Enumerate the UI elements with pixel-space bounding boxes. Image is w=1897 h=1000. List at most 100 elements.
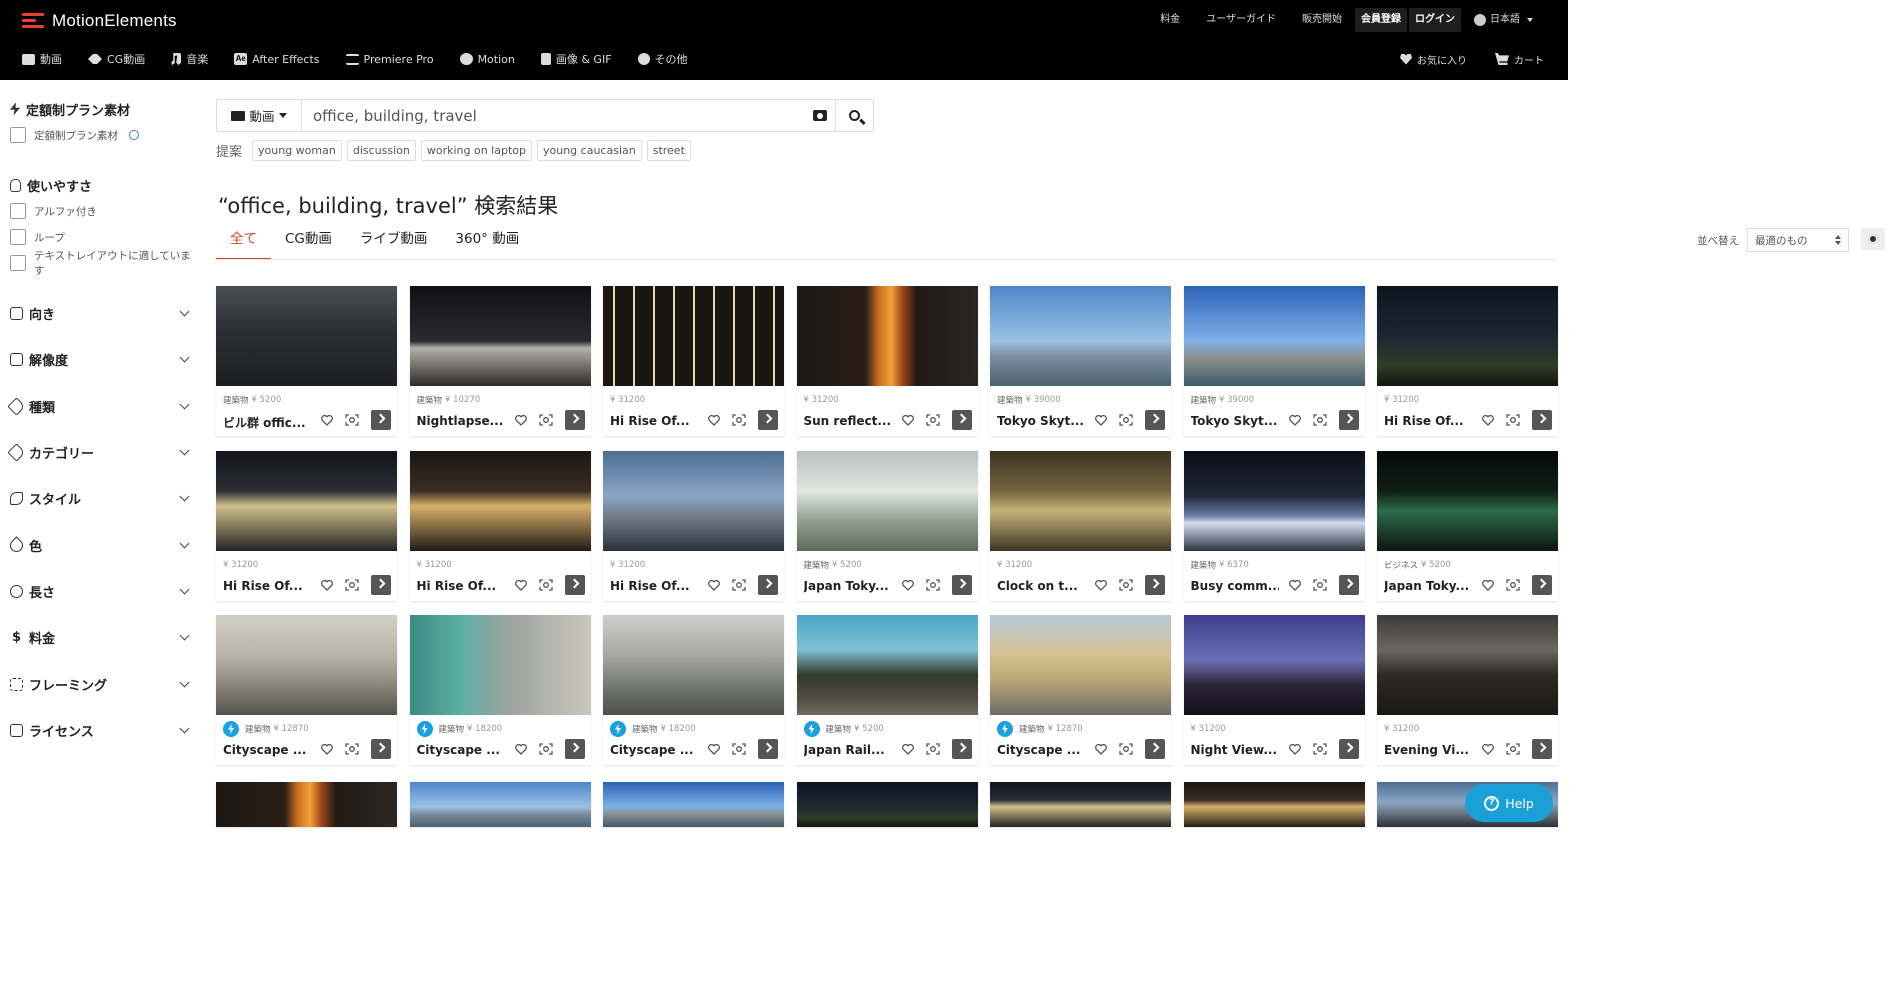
nav-after-effects[interactable]: Ae After Effects <box>234 53 320 66</box>
suggestion-chip[interactable]: working on laptop <box>420 139 532 161</box>
result-card[interactable] <box>1183 782 1365 827</box>
tab-cg-video[interactable]: CG動画 <box>271 228 346 260</box>
filter-price[interactable]: $ 料金 <box>10 627 192 647</box>
chevron-right-icon[interactable] <box>371 410 391 430</box>
result-card[interactable] <box>990 782 1171 827</box>
cart-link[interactable]: カート <box>1495 52 1544 67</box>
video-thumbnail[interactable] <box>1377 451 1558 551</box>
suggestion-chip[interactable]: young woman <box>252 139 342 161</box>
video-thumbnail[interactable] <box>216 782 397 827</box>
info-icon[interactable] <box>129 130 139 140</box>
preview-zoom-icon[interactable] <box>1312 579 1327 591</box>
alpha-checkbox-row[interactable]: アルファ付き <box>10 201 200 221</box>
tab-360-video[interactable]: 360° 動画 <box>441 228 533 260</box>
video-thumbnail[interactable] <box>796 286 978 386</box>
result-card[interactable]: 建築物 ¥ 5200 Japan Rail... <box>796 615 978 765</box>
filter-length[interactable]: 長さ <box>10 581 192 601</box>
result-card[interactable]: ¥ 31200 Hi Rise Of... <box>603 451 784 601</box>
chevron-right-icon[interactable] <box>564 575 585 595</box>
video-thumbnail[interactable] <box>409 286 591 386</box>
search-button[interactable] <box>835 100 873 131</box>
filter-type[interactable]: 種類 <box>7 396 192 416</box>
nav-other[interactable]: その他 <box>637 51 688 67</box>
plan-checkbox-row[interactable]: 定額制プラン素材 <box>10 125 139 145</box>
loop-checkbox-row[interactable]: ループ <box>10 227 200 247</box>
video-thumbnail[interactable] <box>990 615 1171 715</box>
card-title[interactable]: Tokyo Skyt... <box>997 414 1085 428</box>
heart-icon[interactable] <box>321 414 333 426</box>
image-search-button[interactable] <box>805 100 835 131</box>
chevron-right-icon[interactable] <box>951 739 972 759</box>
video-thumbnail[interactable] <box>1377 286 1558 386</box>
result-card[interactable]: 建築物 ¥ 6370 Busy comm... <box>1183 451 1365 601</box>
preview-zoom-icon[interactable] <box>345 743 359 755</box>
result-card[interactable]: ¥ 31200 Hi Rise Of... <box>1377 286 1558 436</box>
heart-icon[interactable] <box>901 743 914 755</box>
card-title[interactable]: Nightlapse... <box>417 414 505 428</box>
preview-zoom-icon[interactable] <box>345 579 359 591</box>
card-title[interactable]: Cityscape ... <box>417 743 505 757</box>
filter-category[interactable]: カテゴリー <box>7 442 192 462</box>
result-card[interactable] <box>603 782 784 827</box>
nav-image-gif[interactable]: 画像 & GIF <box>540 51 612 67</box>
chevron-right-icon[interactable] <box>758 575 778 595</box>
chevron-right-icon[interactable] <box>951 575 972 595</box>
video-thumbnail[interactable] <box>603 286 784 386</box>
suggestion-chip[interactable]: discussion <box>346 139 416 161</box>
result-card[interactable]: 建築物 ¥ 39000 Tokyo Skyt... <box>990 286 1171 436</box>
video-thumbnail[interactable] <box>216 286 397 386</box>
preview-zoom-icon[interactable] <box>1506 414 1520 426</box>
chevron-right-icon[interactable] <box>1338 739 1359 759</box>
preview-zoom-icon[interactable] <box>925 579 940 591</box>
settings-button[interactable] <box>1861 228 1885 250</box>
chevron-right-icon[interactable] <box>371 739 391 759</box>
result-card[interactable] <box>409 782 591 827</box>
video-thumbnail[interactable] <box>990 782 1171 827</box>
video-thumbnail[interactable] <box>603 615 784 715</box>
help-button[interactable]: ? Help <box>1465 784 1553 822</box>
alpha-checkbox[interactable] <box>10 203 26 219</box>
card-title[interactable]: Cityscape ... <box>997 743 1085 757</box>
heart-icon[interactable] <box>1482 579 1494 591</box>
nav-premiere-pro[interactable]: Premiere Pro <box>345 53 434 66</box>
result-card[interactable]: ¥ 31200 Sun reflect... <box>796 286 978 436</box>
preview-zoom-icon[interactable] <box>925 743 940 755</box>
chevron-right-icon[interactable] <box>564 739 585 759</box>
result-card[interactable]: ¥ 31200 Evening Vi... <box>1377 615 1558 765</box>
heart-icon[interactable] <box>901 414 914 426</box>
result-card[interactable]: 建築物 ¥ 5200 Japan Toky... <box>796 451 978 601</box>
video-thumbnail[interactable] <box>216 615 397 715</box>
preview-zoom-icon[interactable] <box>1119 414 1133 426</box>
preview-zoom-icon[interactable] <box>1506 579 1520 591</box>
chevron-right-icon[interactable] <box>1145 575 1165 595</box>
filter-license[interactable]: ライセンス <box>10 720 192 740</box>
video-thumbnail[interactable] <box>409 451 591 551</box>
card-title[interactable]: Clock on t... <box>997 579 1085 593</box>
card-title[interactable]: Japan Toky... <box>1384 579 1472 593</box>
card-title[interactable]: Evening Vi... <box>1384 743 1472 757</box>
heart-icon[interactable] <box>1095 414 1107 426</box>
result-card[interactable]: 建築物 ¥ 18200 Cityscape ... <box>409 615 591 765</box>
preview-zoom-icon[interactable] <box>732 743 746 755</box>
card-title[interactable]: Busy comm... <box>1191 579 1279 593</box>
nav-video[interactable]: 動画 <box>22 51 62 67</box>
loop-checkbox[interactable] <box>10 229 26 245</box>
card-title[interactable]: Cityscape ... <box>223 743 311 757</box>
result-card[interactable]: 建築物 ¥ 18200 Cityscape ... <box>603 615 784 765</box>
text-layout-checkbox-row[interactable]: テキストレイアウトに適しています <box>10 250 200 277</box>
heart-icon[interactable] <box>1288 743 1301 755</box>
heart-icon[interactable] <box>901 579 914 591</box>
suggestion-chip[interactable]: street <box>646 139 691 161</box>
heart-icon[interactable] <box>514 579 527 591</box>
heart-icon[interactable] <box>1095 743 1107 755</box>
result-card[interactable] <box>216 782 397 827</box>
result-card[interactable]: 建築物 ¥ 39000 Tokyo Skyt... <box>1183 286 1365 436</box>
tab-all[interactable]: 全て <box>216 228 271 260</box>
filter-color[interactable]: 色 <box>7 535 192 555</box>
chevron-right-icon[interactable] <box>564 410 585 430</box>
start-selling-link[interactable]: 販売開始 <box>1289 8 1355 32</box>
card-title[interactable]: Night View... <box>1191 743 1279 757</box>
filter-orientation[interactable]: 向き <box>10 303 192 323</box>
video-thumbnail[interactable] <box>796 615 978 715</box>
result-card[interactable]: 建築物 ¥ 5200 ビル群 offic... <box>216 286 397 436</box>
